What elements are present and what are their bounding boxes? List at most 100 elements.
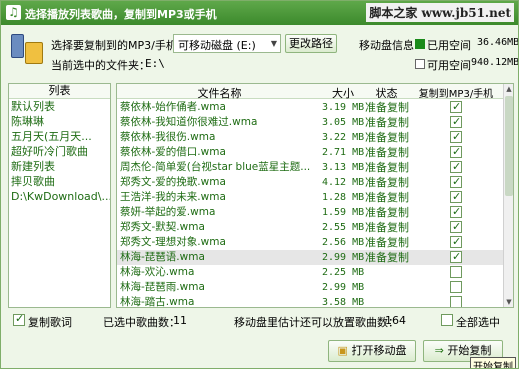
playlist-header: 列表: [9, 84, 110, 99]
chevron-down-icon[interactable]: ▼: [271, 39, 277, 48]
col-header-size[interactable]: 大小: [322, 85, 364, 101]
table-row[interactable]: 郑秀文-理想对象.wma 2.56 MB 准备复制: [117, 234, 503, 250]
song-table: 文件名称 大小 状态 复制到MP3/手机 蔡依林-始作俑者.wma 3.19 MB…: [116, 83, 514, 308]
open-disk-button[interactable]: ▣ 打开移动盘: [328, 340, 416, 362]
current-folder-label: 当前选中的文件夹：: [51, 59, 150, 72]
playlist-item[interactable]: D:\KwDownload\...: [9, 189, 110, 204]
song-status-cell: 准备复制: [365, 101, 409, 114]
copy-dialog-window: ♫ 选择播放列表歌曲，复制到MP3或手机 脚本之家 www.jb51.net 选…: [0, 0, 519, 369]
free-space-label: 可用空间: [427, 59, 471, 72]
song-status-cell: 准备复制: [365, 131, 409, 144]
free-space-value: 940.12MB: [471, 57, 519, 68]
song-size-cell: 1.28 MB: [322, 192, 364, 203]
copy-checkbox[interactable]: [450, 99, 462, 114]
copy-checkbox[interactable]: [450, 219, 462, 234]
table-row[interactable]: 郑秀文-爱的挽歌.wma 4.12 MB 准备复制: [117, 174, 503, 190]
song-name-cell: 林海-琵琶语.wma: [120, 251, 205, 263]
song-size-cell: 2.71 MB: [322, 147, 364, 158]
table-row[interactable]: 林海-踏古.wma 3.58 MB: [117, 295, 503, 307]
song-size-cell: 2.55 MB: [322, 222, 364, 233]
table-row[interactable]: 林海-琵琶雨.wma 2.99 MB: [117, 280, 503, 295]
playlist-item[interactable]: 默认列表: [9, 99, 110, 114]
copy-lyrics-checkbox[interactable]: [13, 312, 25, 326]
copy-checkbox[interactable]: [450, 114, 462, 129]
used-space-swatch: [415, 39, 425, 49]
song-status-cell: 准备复制: [365, 251, 409, 264]
song-name-cell: 蔡依林-我知道你很难过.wma: [120, 116, 258, 128]
song-status-cell: 准备复制: [365, 161, 409, 174]
playlist-item[interactable]: 五月天(五月天...: [9, 129, 110, 144]
select-all-label: 全部选中: [456, 316, 500, 329]
table-row[interactable]: 王浩洋-我的未来.wma 1.28 MB 准备复制: [117, 189, 503, 205]
song-table-header: 文件名称 大小 状态 复制到MP3/手机: [117, 84, 503, 101]
device-select-value: 可移动磁盘 (E:): [178, 39, 256, 52]
table-row[interactable]: 蔡妍-举起的爱.wma 1.59 MB 准备复制: [117, 204, 503, 220]
scroll-up-icon[interactable]: ▲: [504, 84, 513, 94]
song-size-cell: 2.99 MB: [322, 282, 364, 293]
copy-checkbox[interactable]: [450, 189, 462, 204]
device-select[interactable]: 可移动磁盘 (E:) ▼: [173, 34, 281, 53]
copy-checkbox[interactable]: [450, 296, 462, 307]
scroll-thumb[interactable]: [505, 96, 513, 196]
song-name-cell: 蔡妍-举起的爱.wma: [120, 206, 216, 218]
copy-checkbox[interactable]: [450, 204, 462, 219]
watermark-logo: 脚本之家 www.jb51.net: [366, 3, 514, 22]
song-size-cell: 1.59 MB: [322, 207, 364, 218]
copy-checkbox[interactable]: [450, 266, 462, 278]
song-size-cell: 3.05 MB: [322, 117, 364, 128]
table-row[interactable]: 蔡依林-爱的借口.wma 2.71 MB 准备复制: [117, 144, 503, 160]
table-row[interactable]: 林海-欢沁.wma 2.25 MB: [117, 265, 503, 280]
song-status-cell: 准备复制: [365, 236, 409, 249]
song-status-cell: 准备复制: [365, 221, 409, 234]
select-all-checkbox[interactable]: [441, 314, 453, 326]
table-row[interactable]: 林海-琵琶语.wma 2.99 MB 准备复制: [117, 249, 503, 265]
device-prompt: 选择要复制到的MP3/手机：: [51, 39, 188, 52]
song-size-cell: 3.13 MB: [322, 162, 364, 173]
song-name-cell: 蔡依林-我很伤.wma: [120, 131, 216, 143]
playlist-item[interactable]: 新建列表: [9, 159, 110, 174]
song-name-cell: 王浩洋-我的未来.wma: [120, 191, 226, 203]
scroll-down-icon[interactable]: ▼: [504, 297, 513, 307]
table-row[interactable]: 蔡依林-我知道你很难过.wma 3.05 MB 准备复制: [117, 114, 503, 130]
song-table-scrollbar[interactable]: ▲ ▼: [503, 84, 513, 307]
current-folder-value: E:\: [145, 57, 165, 70]
free-space-swatch: [415, 59, 425, 69]
song-name-cell: 郑秀文-爱的挽歌.wma: [120, 176, 226, 188]
playlist-item[interactable]: 超好听冷门歌曲: [9, 144, 110, 159]
song-size-cell: 2.99 MB: [322, 252, 364, 263]
song-size-cell: 4.12 MB: [322, 177, 364, 188]
copy-lyrics-label: 复制歌词: [28, 316, 72, 329]
copy-checkbox[interactable]: [450, 159, 462, 174]
title-bar[interactable]: ♫ 选择播放列表歌曲，复制到MP3或手机 脚本之家 www.jb51.net: [1, 1, 518, 25]
table-row[interactable]: 郑秀文-默契.wma 2.55 MB 准备复制: [117, 219, 503, 235]
song-name-cell: 林海-欢沁.wma: [120, 266, 195, 278]
selected-count-label: 已选中歌曲数：: [103, 316, 180, 329]
table-row[interactable]: 蔡依林-始作俑者.wma 3.19 MB 准备复制: [117, 99, 503, 115]
copy-checkbox[interactable]: [450, 129, 462, 144]
used-space-value: 36.46MB: [477, 37, 519, 48]
song-name-cell: 周杰伦-简单爱(台视star blue蓝星主题...: [120, 161, 311, 173]
table-row[interactable]: 蔡依林-我很伤.wma 3.22 MB 准备复制: [117, 129, 503, 145]
copy-icon: ⇒: [434, 344, 444, 357]
song-status-cell: 准备复制: [365, 176, 409, 189]
estimate-value: 164: [385, 314, 406, 327]
disk-info-title: 移动盘信息: [359, 39, 414, 52]
copy-checkbox[interactable]: [450, 249, 462, 264]
copy-checkbox[interactable]: [450, 234, 462, 249]
col-header-name[interactable]: 文件名称: [117, 85, 322, 101]
song-size-cell: 3.19 MB: [322, 102, 364, 113]
col-header-copy[interactable]: 复制到MP3/手机: [409, 85, 503, 100]
change-path-button[interactable]: 更改路径: [285, 34, 337, 53]
copy-checkbox[interactable]: [450, 144, 462, 159]
song-status-cell: 准备复制: [365, 206, 409, 219]
song-name-cell: 郑秀文-默契.wma: [120, 221, 205, 233]
table-row[interactable]: 周杰伦-简单爱(台视star blue蓝星主题... 3.13 MB 准备复制: [117, 159, 503, 175]
playlist-item[interactable]: 陈琳琳: [9, 114, 110, 129]
start-copy-label: 开始复制: [447, 344, 492, 357]
playlist-item[interactable]: 摔贝歌曲: [9, 174, 110, 189]
copy-checkbox[interactable]: [450, 174, 462, 189]
copy-checkbox[interactable]: [450, 281, 462, 293]
app-icon: ♫: [6, 5, 21, 20]
song-name-cell: 蔡依林-爱的借口.wma: [120, 146, 226, 158]
col-header-status[interactable]: 状态: [364, 85, 409, 101]
